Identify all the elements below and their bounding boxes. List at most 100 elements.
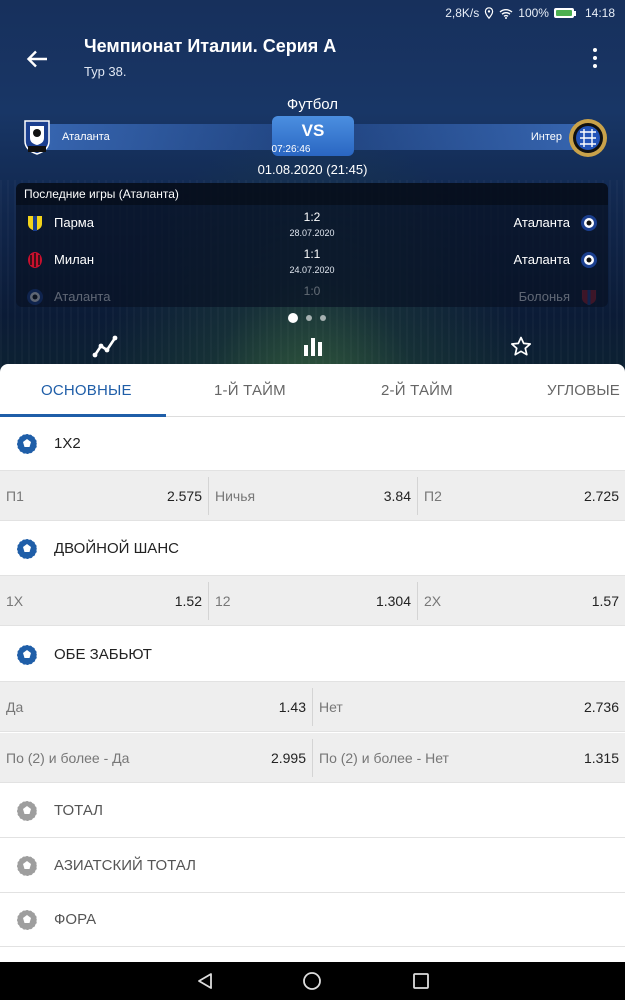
odd-cell[interactable]: 12 1.304 (209, 576, 417, 626)
last-game-row[interactable]: Парма 1:2 28.07.2020 Аталанта (16, 205, 608, 241)
odd-value: 1.57 (591, 593, 619, 609)
tab-main[interactable]: Основные (41, 382, 132, 399)
last-games-panel[interactable]: Последние игры (Аталанта) Парма 1:2 28.0… (16, 183, 608, 307)
more-vert-dot (593, 64, 597, 68)
odd-label: П2 (424, 488, 442, 504)
odd-label: 2X (424, 593, 442, 609)
game-date: 24.07.2020 (289, 265, 335, 275)
more-vert-dot (593, 56, 597, 60)
nav-back-button[interactable] (195, 971, 215, 991)
odd-label: 12 (215, 593, 231, 609)
battery-icon (553, 8, 576, 18)
countdown-timer: 07:26:46 (271, 144, 311, 155)
odd-value: 3.84 (383, 488, 411, 504)
vs-label: VS (301, 121, 325, 140)
tab-corners[interactable]: Угловые (547, 382, 620, 399)
atalanta-logo-icon (24, 120, 50, 155)
recents-square-icon (413, 973, 429, 989)
market-header-total[interactable]: ТОТАЛ (0, 784, 625, 838)
odd-cell[interactable]: Нет 2.736 (313, 682, 625, 732)
odd-value: 1.315 (583, 750, 619, 766)
last-game-row[interactable]: Аталанта 1:0 Болонья (16, 279, 608, 307)
away-team-name: Интер (530, 131, 562, 143)
arrow-left-icon (26, 50, 47, 68)
odd-label: П1 (6, 488, 24, 504)
nav-home-button[interactable] (302, 971, 322, 991)
odd-cell[interactable]: П2 2.725 (418, 471, 625, 521)
round-label: Тур 38. (84, 64, 127, 79)
status-bar: 2,8K/s 100% 14:18 (0, 0, 625, 26)
tab-second-half[interactable]: 2-й тайм (381, 382, 453, 399)
market-header-asian-total[interactable]: АЗИАТСКИЙ ТОТАЛ (0, 839, 625, 893)
odd-label: Нет (319, 699, 343, 715)
match-date: 01.08.2020 (21:45) (257, 162, 368, 177)
score: 1:1 (303, 247, 321, 261)
odd-cell[interactable]: 1X 1.52 (0, 576, 208, 626)
bar-chart-icon (304, 338, 322, 356)
nav-recents-button[interactable] (411, 971, 431, 991)
market-name: АЗИАТСКИЙ ТОТАЛ (54, 857, 196, 874)
odd-cell[interactable]: Ничья 3.84 (209, 471, 417, 521)
inter-logo-icon (569, 119, 607, 157)
parma-logo-icon (28, 216, 42, 231)
clock: 14:18 (584, 6, 615, 20)
market-name: ДВОЙНОЙ ШАНС (54, 540, 179, 557)
odd-label: Ничья (215, 488, 256, 504)
soccer-ball-icon (16, 855, 38, 877)
market-tabs: Основные 1-й тайм 2-й тайм Угловые (0, 364, 625, 417)
odd-cell[interactable]: По (2) и более - Да 2.995 (0, 733, 312, 783)
last-games-header: Последние игры (Аталанта) (16, 183, 608, 205)
statistics-trend-button[interactable] (90, 332, 120, 360)
odd-cell[interactable]: 2X 1.57 (418, 576, 625, 626)
pager-dot[interactable] (320, 315, 326, 321)
atalanta-small-logo-icon (581, 215, 597, 231)
match-actions (0, 332, 625, 362)
tab-first-half[interactable]: 1-й тайм (214, 382, 286, 399)
soccer-ball-icon (16, 909, 38, 931)
odd-cell[interactable]: П1 2.575 (0, 471, 208, 521)
odds-row: По (2) и более - Да 2.995 По (2) и более… (0, 733, 625, 783)
more-options-button[interactable] (587, 46, 603, 70)
app-toolbar: Чемпионат Италии. Серия А Тур 38. (0, 26, 625, 90)
soccer-ball-icon (16, 644, 38, 666)
odd-cell[interactable]: Да 1.43 (0, 682, 312, 732)
soccer-ball-icon (16, 800, 38, 822)
odd-label: По (2) и более - Нет (319, 750, 449, 766)
back-triangle-icon (198, 973, 212, 989)
odd-value: 2.995 (270, 750, 306, 766)
bologna-logo-icon (582, 290, 596, 305)
market-name: 1X2 (54, 435, 81, 452)
market-header-double-chance[interactable]: ДВОЙНОЙ ШАНС (0, 522, 625, 576)
soccer-ball-icon (16, 538, 38, 560)
odds-row: П1 2.575 Ничья 3.84 П2 2.725 (0, 471, 625, 521)
odds-row: 1X 1.52 12 1.304 2X 1.57 (0, 576, 625, 626)
statistics-bar-button[interactable] (298, 332, 328, 360)
battery-level (555, 10, 572, 16)
market-name: ФОРА (54, 911, 97, 928)
carousel-pager[interactable] (288, 313, 338, 323)
home-team: Парма (54, 215, 94, 230)
star-outline-icon (510, 336, 532, 356)
back-button[interactable] (20, 44, 54, 74)
odd-cell[interactable]: По (2) и более - Нет 1.315 (313, 733, 625, 783)
odd-value: 1.52 (174, 593, 202, 609)
odd-value: 1.304 (375, 593, 411, 609)
pager-dot[interactable] (306, 315, 312, 321)
betting-sheet: Основные 1-й тайм 2-й тайм Угловые 1X2 П… (0, 364, 625, 962)
wifi-icon (499, 8, 513, 19)
market-header-handicap[interactable]: ФОРА (0, 893, 625, 947)
odd-value: 2.725 (583, 488, 619, 504)
odd-label: Да (6, 699, 24, 715)
market-header-1x2[interactable]: 1X2 (0, 417, 625, 471)
favorite-button[interactable] (506, 332, 536, 360)
location-icon (485, 7, 494, 19)
last-game-row[interactable]: Милан 1:1 24.07.2020 Аталанта (16, 242, 608, 278)
score: 1:0 (303, 284, 321, 298)
pager-dot[interactable] (288, 313, 298, 323)
network-speed: 2,8K/s (445, 6, 480, 20)
odd-value: 2.575 (166, 488, 202, 504)
atalanta-small-logo-icon (581, 252, 597, 268)
market-header-both-score[interactable]: ОБЕ ЗАБЬЮТ (0, 628, 625, 682)
battery-percent: 100% (518, 6, 549, 20)
away-team: Аталанта (513, 252, 570, 267)
